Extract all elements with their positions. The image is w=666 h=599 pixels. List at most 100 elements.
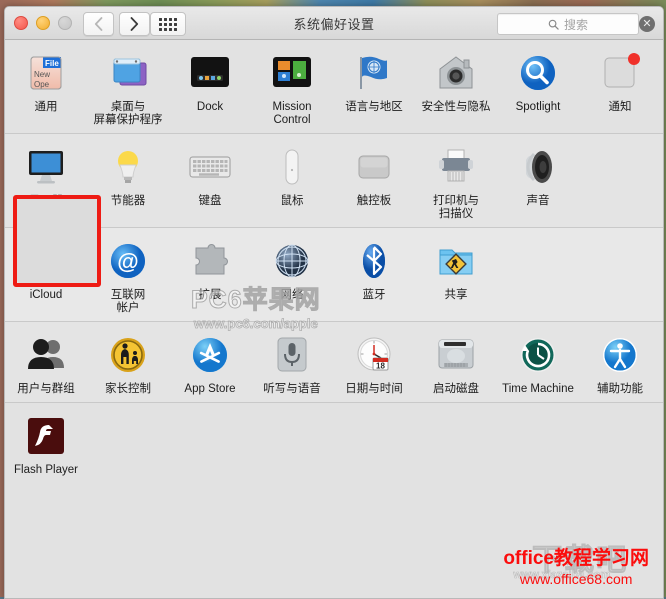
dictation-speech-icon bbox=[268, 331, 316, 379]
search-placeholder: 搜索 bbox=[563, 17, 588, 32]
parental-controls-icon bbox=[104, 331, 152, 379]
pref-item-internet-accounts[interactable]: @ 互联网 帐户 bbox=[87, 228, 169, 321]
watermark-red-url: www.office68.com bbox=[519, 571, 633, 587]
pref-item-label: 蓝牙 bbox=[362, 289, 386, 301]
mouse-icon bbox=[268, 143, 316, 191]
pref-item-label: 通知 bbox=[608, 101, 632, 113]
pref-item-label: 触控板 bbox=[356, 195, 392, 207]
pref-item-sound[interactable]: 声音 bbox=[497, 134, 579, 227]
search-input[interactable]: 搜索 bbox=[497, 13, 639, 35]
date-time-icon: 18 bbox=[350, 331, 398, 379]
pref-item-label: 互联网 帐户 bbox=[110, 289, 146, 314]
watermark-red-title: office教程学习网 bbox=[503, 548, 649, 569]
pref-row-3: iCloud @ 互联网 帐户 扩展 网络 蓝牙 共享 bbox=[5, 228, 663, 321]
pref-item-parental-controls[interactable]: 家长控制 bbox=[87, 322, 169, 402]
pref-item-label: 听写与语音 bbox=[263, 383, 321, 395]
pref-item-label: 节能器 bbox=[110, 195, 146, 207]
pref-item-trackpad[interactable]: 触控板 bbox=[333, 134, 415, 227]
spotlight-icon bbox=[514, 49, 562, 97]
pref-item-startup-disk[interactable]: 启动磁盘 bbox=[415, 322, 497, 402]
pref-item-label: 用户与群组 bbox=[17, 383, 75, 395]
pref-item-label: Spotlight bbox=[515, 101, 561, 113]
users-groups-icon bbox=[22, 331, 70, 379]
pref-item-printers-scanners[interactable]: 打印机与 扫描仪 bbox=[415, 134, 497, 227]
pref-item-notifications[interactable]: 通知 bbox=[579, 40, 661, 133]
search-icon bbox=[548, 19, 559, 30]
pref-item-label: Dock bbox=[196, 101, 224, 113]
pref-item-network[interactable]: 网络 bbox=[251, 228, 333, 321]
pref-item-flash-player[interactable]: Flash Player bbox=[5, 403, 87, 483]
svg-text:18: 18 bbox=[376, 362, 385, 371]
sharing-icon bbox=[432, 237, 480, 285]
pref-row-5: Flash Player bbox=[5, 403, 663, 483]
pref-item-label: Time Machine bbox=[502, 383, 574, 395]
accessibility-icon bbox=[596, 331, 644, 379]
pref-item-extensions[interactable]: 扩展 bbox=[169, 228, 251, 321]
search-clear-button[interactable]: ✕ bbox=[639, 16, 655, 32]
pref-item-spotlight[interactable]: Spotlight bbox=[497, 40, 579, 133]
pref-item-label: Mission Control bbox=[272, 101, 312, 126]
pref-row-4: 用户与群组 家长控制 App Store 听写与语音 18 日期与时间 启动磁盘… bbox=[5, 322, 663, 402]
svg-text:Ope: Ope bbox=[34, 80, 50, 89]
preferences-grid: File New Ope 通用 桌面与 屏幕保护程序 Dock Mission … bbox=[5, 40, 663, 598]
pref-row-2: 显示器 节能器 bbox=[5, 134, 663, 227]
mission-control-icon bbox=[268, 49, 316, 97]
time-machine-icon bbox=[514, 331, 562, 379]
dock-icon bbox=[186, 49, 234, 97]
keyboard-icon bbox=[186, 143, 234, 191]
pref-item-bluetooth[interactable]: 蓝牙 bbox=[333, 228, 415, 321]
pref-item-dictation-speech[interactable]: 听写与语音 bbox=[251, 322, 333, 402]
pref-item-label: 打印机与 扫描仪 bbox=[433, 195, 479, 220]
pref-item-label: 辅助功能 bbox=[597, 383, 643, 395]
energy-saver-icon bbox=[104, 143, 152, 191]
printers-scanners-icon bbox=[432, 143, 480, 191]
pref-item-mouse[interactable]: 鼠标 bbox=[251, 134, 333, 227]
bluetooth-icon bbox=[350, 237, 398, 285]
pref-item-desktop-screensaver[interactable]: 桌面与 屏幕保护程序 bbox=[87, 40, 169, 133]
pref-item-label: 安全性与隐私 bbox=[421, 101, 491, 113]
pref-item-app-store[interactable]: App Store bbox=[169, 322, 251, 402]
pref-item-mission-control[interactable]: Mission Control bbox=[251, 40, 333, 133]
app-store-icon bbox=[186, 331, 234, 379]
pref-item-label: 通用 bbox=[34, 101, 58, 113]
pref-item-label: 网络 bbox=[280, 289, 304, 301]
pref-item-label: 共享 bbox=[444, 289, 468, 301]
pref-item-users-groups[interactable]: 用户与群组 bbox=[5, 322, 87, 402]
selected-item-highlight bbox=[17, 199, 97, 283]
search-area: 搜索 ✕ bbox=[497, 13, 655, 35]
pref-item-label: 语言与地区 bbox=[345, 101, 403, 113]
pref-item-sharing[interactable]: 共享 bbox=[415, 228, 497, 321]
pref-item-energy-saver[interactable]: 节能器 bbox=[87, 134, 169, 227]
pref-item-label: App Store bbox=[184, 383, 236, 395]
pref-item-time-machine[interactable]: Time Machine bbox=[497, 322, 579, 402]
pref-item-date-time[interactable]: 18 日期与时间 bbox=[333, 322, 415, 402]
svg-text:File: File bbox=[45, 59, 59, 68]
pref-item-label: 启动磁盘 bbox=[433, 383, 479, 395]
pref-item-accessibility[interactable]: 辅助功能 bbox=[579, 322, 661, 402]
pref-item-dock[interactable]: Dock bbox=[169, 40, 251, 133]
pref-item-label: Flash Player bbox=[14, 464, 78, 476]
security-privacy-icon bbox=[432, 49, 480, 97]
general-icon: File New Ope bbox=[22, 49, 70, 97]
watermark-bottom-right: 下载吧 www.xiazaiba.com office教程学习网 www.off… bbox=[503, 543, 649, 588]
pref-item-label: 桌面与 屏幕保护程序 bbox=[93, 101, 163, 126]
pref-item-security-privacy[interactable]: 安全性与隐私 bbox=[415, 40, 497, 133]
notifications-icon bbox=[596, 49, 644, 97]
displays-icon bbox=[22, 143, 70, 191]
svg-text:@: @ bbox=[117, 249, 138, 274]
flash-player-icon bbox=[22, 412, 70, 460]
watermark-ghost-title: 下载吧 bbox=[532, 544, 629, 578]
pref-row-1: File New Ope 通用 桌面与 屏幕保护程序 Dock Mission … bbox=[5, 40, 663, 133]
pref-item-label: 鼠标 bbox=[280, 195, 304, 207]
pref-item-label: 扩展 bbox=[198, 289, 222, 301]
pref-item-label: 键盘 bbox=[198, 195, 222, 207]
extensions-icon bbox=[186, 237, 234, 285]
pref-item-language-region[interactable]: 语言与地区 bbox=[333, 40, 415, 133]
window-titlebar: 系统偏好设置 搜索 ✕ bbox=[5, 7, 663, 40]
svg-text:New: New bbox=[34, 70, 50, 79]
pref-item-label: iCloud bbox=[29, 289, 63, 301]
sound-icon bbox=[514, 143, 562, 191]
pref-item-general[interactable]: File New Ope 通用 bbox=[5, 40, 87, 133]
startup-disk-icon bbox=[432, 331, 480, 379]
pref-item-keyboard[interactable]: 键盘 bbox=[169, 134, 251, 227]
